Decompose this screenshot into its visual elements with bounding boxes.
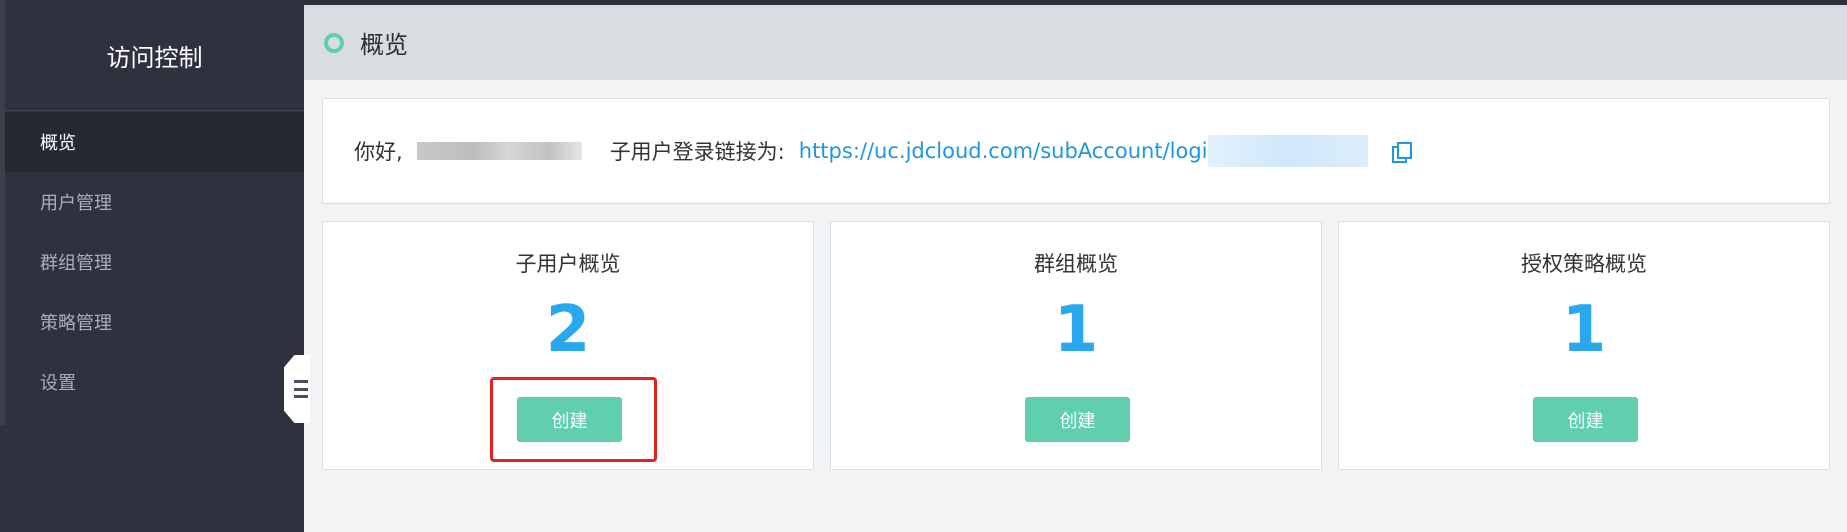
- card-title: 子用户概览: [515, 252, 621, 276]
- masked-link-suffix: [1207, 135, 1368, 167]
- sidebar-collapse-toggle[interactable]: [284, 355, 310, 423]
- sidebar-item-policies[interactable]: 策略管理: [5, 292, 304, 352]
- page-title: 概览: [360, 31, 408, 59]
- group-overview-card: 群组概览 1 创建: [830, 221, 1322, 470]
- page-header: 概览: [304, 5, 1847, 80]
- create-group-button[interactable]: 创建: [1025, 397, 1130, 442]
- sidebar-item-users[interactable]: 用户管理: [5, 172, 304, 232]
- sidebar: 访问控制 概览 用户管理 群组管理 策略管理 设置: [0, 0, 304, 532]
- masked-username: [416, 142, 582, 160]
- policy-overview-card: 授权策略概览 1 创建: [1338, 221, 1830, 470]
- card-count: 1: [1053, 293, 1099, 367]
- create-subuser-button[interactable]: 创建: [517, 397, 622, 442]
- sidebar-item-settings[interactable]: 设置: [5, 352, 304, 412]
- greeting-text: 你好,: [354, 140, 403, 164]
- copy-icon[interactable]: [1390, 141, 1412, 163]
- login-link[interactable]: https://uc.jdcloud.com/subAccount/logi: [799, 139, 1208, 163]
- sidebar-item-groups[interactable]: 群组管理: [5, 232, 304, 292]
- login-link-label: 子用户登录链接为:: [609, 140, 785, 164]
- ring-icon: [324, 32, 344, 53]
- create-policy-button[interactable]: 创建: [1533, 397, 1638, 442]
- subuser-overview-card: 子用户概览 2 创建: [322, 221, 814, 470]
- card-count: 1: [1561, 293, 1607, 367]
- app-title: 访问控制: [5, 0, 304, 111]
- card-title: 授权策略概览: [1521, 252, 1647, 276]
- menu-icon: [294, 380, 308, 398]
- card-count: 2: [545, 293, 591, 367]
- sidebar-item-overview[interactable]: 概览: [5, 112, 304, 172]
- card-title: 群组概览: [1034, 252, 1118, 276]
- greeting-panel: 你好, 子用户登录链接为: https://uc.jdcloud.com/sub…: [322, 98, 1830, 204]
